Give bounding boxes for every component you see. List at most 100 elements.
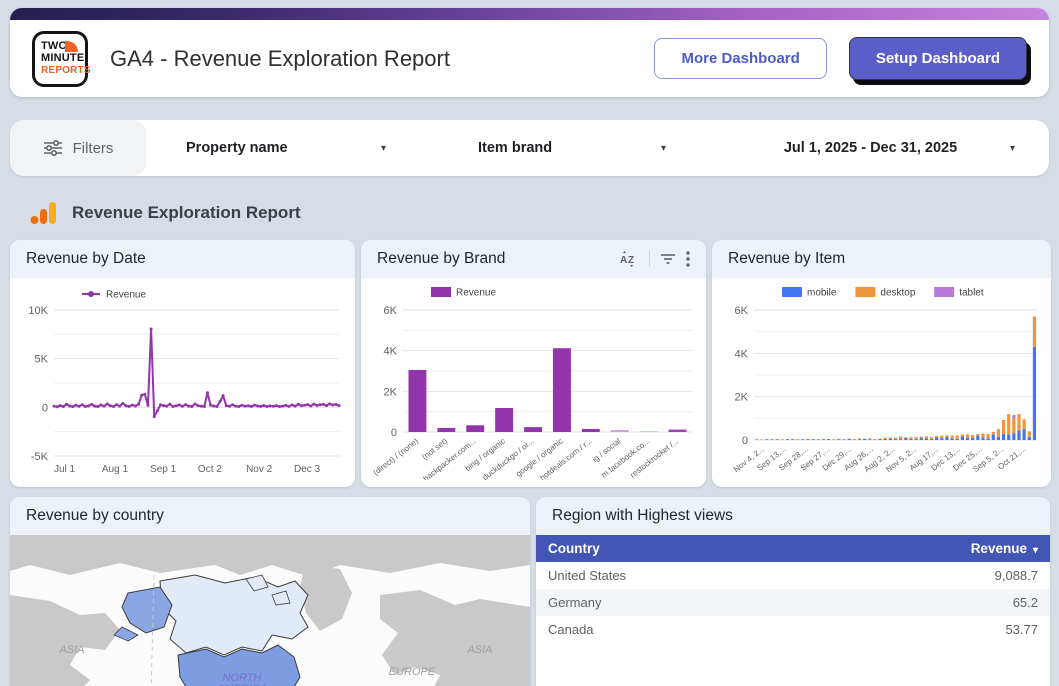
stacked-bar-segment xyxy=(961,434,964,436)
filter-icon[interactable] xyxy=(660,252,676,266)
stacked-bar-segment xyxy=(951,435,954,438)
chevron-down-icon: ▾ xyxy=(381,143,386,154)
stacked-bar-segment xyxy=(904,438,907,440)
stacked-bar-segment xyxy=(786,439,789,440)
stacked-bar-segment xyxy=(884,439,887,440)
stacked-bar-segment xyxy=(925,438,928,440)
revenue-column-header[interactable]: Revenue▾ xyxy=(971,541,1038,556)
axis-tick-label: 0 xyxy=(742,435,748,447)
logo-quarter-circle-icon xyxy=(65,41,78,52)
item-brand-filter[interactable]: Item brand ▾ xyxy=(478,140,666,156)
stacked-bar-segment xyxy=(791,439,794,440)
stacked-bar-segment xyxy=(806,439,809,440)
stacked-bar-segment xyxy=(1012,418,1015,433)
revenue-cell: 53.77 xyxy=(1005,622,1038,637)
legend-label: tablet xyxy=(959,288,984,299)
section-header: Revenue Exploration Report xyxy=(30,196,301,230)
stacked-bar-segment xyxy=(806,439,809,440)
stacked-bar-segment xyxy=(1033,347,1036,440)
table-body: United States9,088.7Germany65.2Canada53.… xyxy=(536,562,1050,643)
stacked-bar-segment xyxy=(899,437,902,439)
revenue-by-brand-chart: 6K4K2K0Revenue(direct) / (none)(not set)… xyxy=(361,278,706,487)
axis-tick-label: 5K xyxy=(35,354,49,366)
stacked-bar-segment xyxy=(1002,434,1005,440)
kebab-menu-icon[interactable] xyxy=(686,251,690,267)
section-title: Revenue Exploration Report xyxy=(72,203,301,223)
date-range-filter[interactable]: Jul 1, 2025 - Dec 31, 2025 ▾ xyxy=(726,140,1015,156)
revenue-by-date-title: Revenue by Date xyxy=(10,240,355,278)
stacked-bar-segment xyxy=(997,437,1000,440)
stacked-bar-segment xyxy=(956,435,959,438)
stacked-bar-segment xyxy=(822,439,825,440)
property-name-filter[interactable]: Property name ▾ xyxy=(186,140,386,156)
stacked-bar-segment xyxy=(853,439,856,440)
axis-tick-label: Nov 2 xyxy=(246,464,273,475)
table-row: Germany65.2 xyxy=(536,589,1050,616)
divider xyxy=(649,251,650,267)
stacked-bar-segment xyxy=(878,439,881,440)
logo-line2: MINUTE xyxy=(41,53,84,65)
bar xyxy=(408,370,426,432)
stacked-bar-segment xyxy=(945,437,948,440)
bar xyxy=(553,348,571,432)
stacked-bar-segment xyxy=(940,436,943,438)
revenue-by-date-card: Revenue by Date 10K5K0-5KRevenueJul 1Aug… xyxy=(10,240,355,487)
axis-tick-label: 6K xyxy=(735,305,749,317)
filters-toggle[interactable]: Filters xyxy=(10,120,146,176)
axis-tick-label: 0 xyxy=(391,427,397,439)
legend-label: mobile xyxy=(807,288,837,299)
stacked-bar-segment xyxy=(801,439,804,440)
stacked-bar-segment xyxy=(966,438,969,440)
filter-bar: Filters Property name ▾ Item brand ▾ Jul… xyxy=(10,120,1049,176)
stacked-bar-segment xyxy=(935,436,938,437)
stacked-bar-segment xyxy=(1028,431,1031,436)
more-dashboard-button[interactable]: More Dashboard xyxy=(654,38,826,79)
stacked-bar-segment xyxy=(966,434,969,437)
stacked-bar-segment xyxy=(894,439,897,440)
region-highest-views-card: Region with Highest views Country Revenu… xyxy=(536,497,1050,686)
axis-tick-label: duckduckgo / or... xyxy=(481,436,536,480)
stacked-bar-segment xyxy=(868,438,871,439)
stacked-bar-segment xyxy=(1002,420,1005,434)
axis-tick-label: Sep 1 xyxy=(150,464,177,475)
chevron-down-icon: ▾ xyxy=(661,143,666,154)
bar xyxy=(611,430,629,432)
stacked-bar-segment xyxy=(837,439,840,440)
legend-label: desktop xyxy=(880,288,915,299)
axis-tick-label: (direct) / (none) xyxy=(371,436,420,477)
stacked-bar-segment xyxy=(822,439,825,440)
stacked-bar-segment xyxy=(925,436,928,438)
stacked-bar-segment xyxy=(1023,419,1026,429)
stacked-bar-segment xyxy=(1017,430,1020,440)
axis-tick-label: Dec 3 xyxy=(294,464,321,475)
stacked-bar-segment xyxy=(884,438,887,439)
revenue-by-country-card: Revenue by country ASIAASIAEUROPENORTHAM… xyxy=(10,497,530,686)
revenue-by-item-chart: 6K4K2K0mobiledesktoptabletNov 4, 2...Sep… xyxy=(712,278,1051,487)
revenue-by-item-card: Revenue by Item 6K4K2K0mobiledesktoptabl… xyxy=(712,240,1051,487)
revenue-by-item-title: Revenue by Item xyxy=(712,240,1051,278)
setup-dashboard-button[interactable]: Setup Dashboard xyxy=(849,37,1027,80)
stacked-bar-segment xyxy=(971,438,974,440)
bar xyxy=(466,425,484,432)
sort-az-icon[interactable]: A Z xyxy=(619,250,639,268)
stacked-bar-segment xyxy=(899,437,902,438)
revenue-cell: 65.2 xyxy=(1013,595,1038,610)
stacked-bar-segment xyxy=(817,439,820,440)
axis-tick-label: 4K xyxy=(384,346,398,358)
logo-line3: REPORTS xyxy=(41,65,91,76)
stacked-bar-segment xyxy=(765,439,768,440)
revenue-by-date-chart: 10K5K0-5KRevenueJul 1Aug 1Sep 1Oct 2Nov … xyxy=(10,278,355,487)
axis-tick-label: hotdeals.com / r... xyxy=(538,436,593,480)
stacked-bar-segment xyxy=(1023,429,1026,440)
stacked-bar-segment xyxy=(776,439,779,440)
sliders-icon xyxy=(43,139,63,157)
stacked-bar-segment xyxy=(1028,437,1031,440)
stacked-bar-segment xyxy=(951,438,954,440)
stacked-bar-segment xyxy=(868,439,871,440)
table-row: Canada53.77 xyxy=(536,616,1050,643)
stacked-bar-segment xyxy=(760,439,763,440)
stacked-bar-segment xyxy=(894,438,897,439)
country-column-header[interactable]: Country xyxy=(548,541,600,556)
map-region-label: ASIA xyxy=(466,644,492,656)
axis-tick-label: 6K xyxy=(384,305,398,317)
